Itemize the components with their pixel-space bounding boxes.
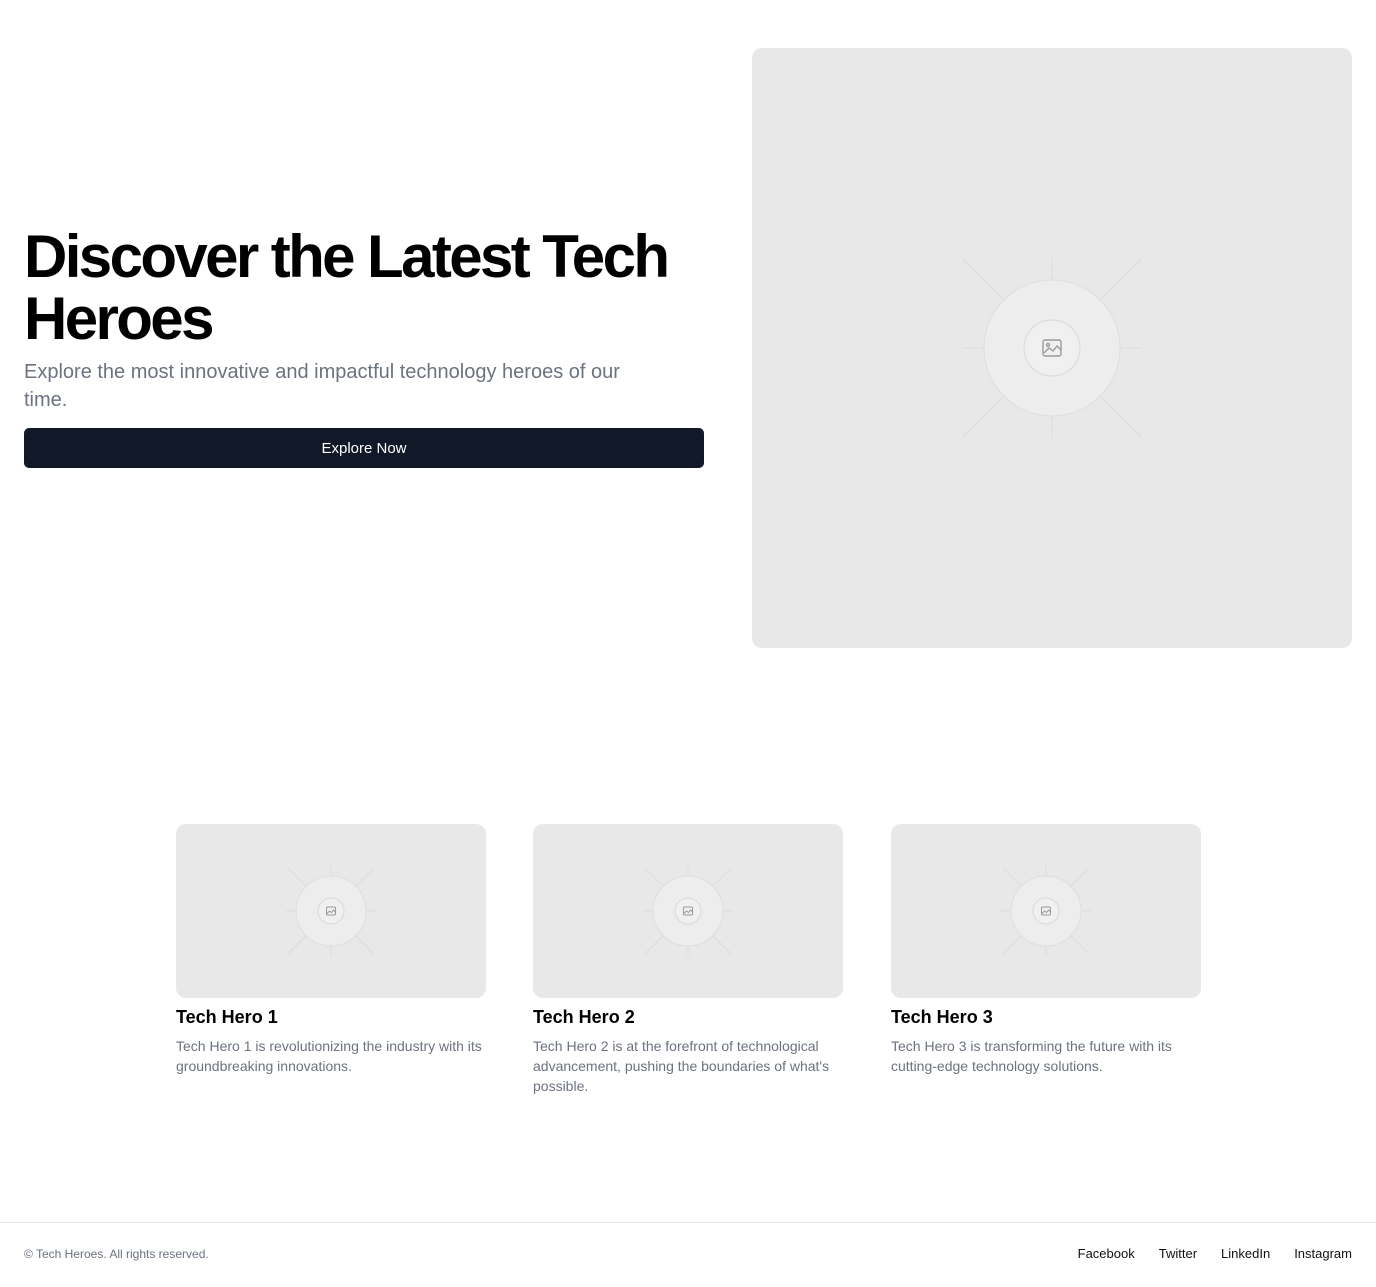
hero-subtitle: Explore the most innovative and impactfu… — [24, 361, 620, 411]
card-image — [533, 824, 843, 998]
image-placeholder-icon — [286, 866, 376, 956]
linkedin-link[interactable]: LinkedIn — [1221, 1246, 1270, 1261]
facebook-link[interactable]: Facebook — [1078, 1246, 1135, 1261]
image-placeholder-icon — [643, 866, 733, 956]
card-description: Tech Hero 2 is at the forefront of techn… — [533, 1038, 830, 1094]
card-tech-hero-1[interactable]: Tech Hero 1 Tech Hero 1 is revolutionizi… — [176, 824, 486, 1076]
card-description: Tech Hero 1 is revolutionizing the indus… — [176, 1038, 482, 1074]
explore-now-button[interactable]: Explore Now — [24, 428, 704, 468]
card-image — [176, 824, 486, 998]
card-title: Tech Hero 1 — [176, 1007, 278, 1027]
footer: © Tech Heroes. All rights reserved. Face… — [0, 1222, 1376, 1287]
twitter-link[interactable]: Twitter — [1159, 1246, 1197, 1261]
card-tech-hero-3[interactable]: Tech Hero 3 Tech Hero 3 is transforming … — [891, 824, 1201, 1076]
hero-section: Discover the Latest Tech Heroes Explore … — [24, 226, 714, 414]
card-image — [891, 824, 1201, 998]
hero-title: Discover the Latest Tech Heroes — [24, 223, 670, 352]
card-title: Tech Hero 3 — [891, 1007, 993, 1027]
hero-image — [752, 48, 1352, 648]
footer-copyright: © Tech Heroes. All rights reserved. — [24, 1247, 209, 1261]
card-tech-hero-2[interactable]: Tech Hero 2 Tech Hero 2 is at the forefr… — [533, 824, 843, 1096]
card-description: Tech Hero 3 is transforming the future w… — [891, 1038, 1172, 1074]
instagram-link[interactable]: Instagram — [1294, 1246, 1352, 1261]
image-placeholder-icon — [961, 257, 1143, 439]
image-placeholder-icon — [1001, 866, 1091, 956]
footer-social-links: Facebook Twitter LinkedIn Instagram — [1078, 1246, 1352, 1261]
card-title: Tech Hero 2 — [533, 1007, 635, 1027]
